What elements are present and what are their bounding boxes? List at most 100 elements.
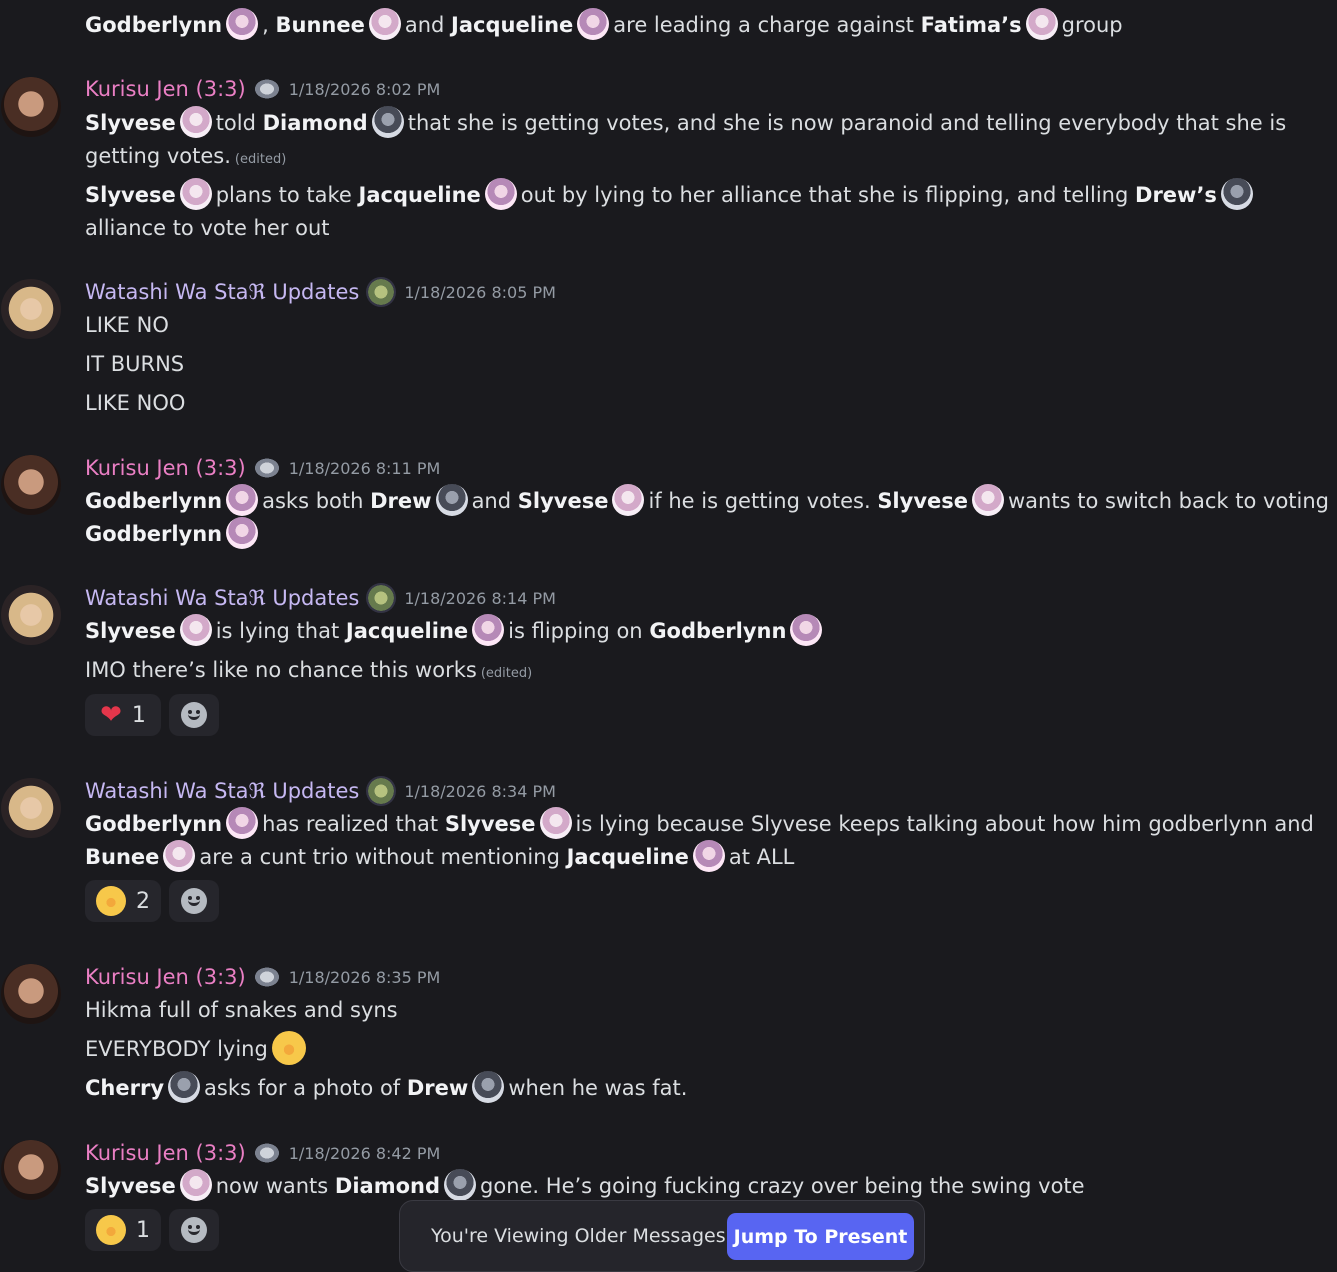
add-reaction-button[interactable]	[169, 694, 219, 736]
user-avatar[interactable]	[1, 455, 61, 515]
timestamp[interactable]: 1/18/2026 8:42 PM	[289, 1144, 441, 1163]
mention[interactable]: Godberlynn	[85, 489, 222, 513]
reaction-sob[interactable]: 1	[85, 1209, 161, 1251]
message-line: LIKE NOO	[85, 391, 186, 415]
bunee-emoji	[163, 840, 196, 872]
message-line: Slyvese is lying that Jacqueline is flippi…	[85, 614, 826, 648]
slyvese-emoji	[179, 614, 212, 646]
timestamp[interactable]: 1/18/2026 8:02 PM	[289, 80, 441, 99]
message-line: Hikma full of snakes and syns	[85, 998, 398, 1022]
mention[interactable]: Jacqueline	[346, 619, 468, 643]
mention[interactable]: Slyvese	[518, 489, 609, 513]
slyvese-emoji	[179, 1169, 212, 1201]
mention[interactable]: Slyvese	[85, 183, 176, 207]
user-avatar[interactable]	[1, 279, 61, 339]
mention[interactable]: Slyvese	[85, 619, 176, 643]
jacqueline-emoji	[484, 178, 517, 210]
mention[interactable]: Drew	[370, 489, 431, 513]
username[interactable]: Kurisu Jen (3:3)	[85, 77, 246, 101]
message-line: IMO there’s like no chance this works (ed…	[85, 658, 533, 682]
mention[interactable]: Fatima’s	[921, 13, 1022, 37]
drew-emoji	[472, 1071, 505, 1103]
mention[interactable]: Drew	[407, 1076, 468, 1100]
timestamp[interactable]: 1/18/2026 8:11 PM	[289, 459, 441, 478]
add-reaction-button[interactable]	[169, 1209, 219, 1251]
role-badge-icon[interactable]	[366, 776, 397, 806]
role-badge-icon[interactable]	[366, 277, 397, 307]
edited-label[interactable]: (edited)	[235, 152, 286, 167]
jacqueline-emoji	[472, 614, 505, 646]
mention[interactable]: Slyvese	[85, 111, 176, 135]
user-avatar[interactable]	[1, 585, 61, 645]
message-line: Slyvese plans to take Jacqueline out by ly…	[85, 178, 1257, 212]
mention[interactable]: Godberlynn	[85, 13, 222, 37]
mention[interactable]: Godberlynn	[85, 812, 222, 836]
timestamp[interactable]: 1/18/2026 8:14 PM	[404, 589, 556, 608]
slyvese-emoji	[539, 807, 572, 839]
timestamp[interactable]: 1/18/2026 8:34 PM	[404, 782, 556, 801]
timestamp[interactable]: 1/18/2026 8:05 PM	[404, 283, 556, 302]
cherry-emoji	[168, 1071, 201, 1103]
diamond-emoji	[444, 1169, 477, 1201]
slyvese-emoji	[612, 484, 645, 516]
user-avatar[interactable]	[1, 1140, 61, 1200]
username[interactable]: Kurisu Jen (3:3)	[85, 965, 246, 989]
mention[interactable]: Slyvese	[445, 812, 536, 836]
message-line: Godberlynn	[85, 517, 262, 551]
message-line: Slyvese told Diamond that she is getting v…	[85, 106, 1286, 140]
drew-emoji	[435, 484, 468, 516]
mention[interactable]: Slyvese	[877, 489, 968, 513]
mention[interactable]: Godberlynn	[85, 522, 222, 546]
mention[interactable]: Jacqueline	[359, 183, 481, 207]
diamond-emoji	[371, 106, 404, 138]
reaction-sob[interactable]: 2	[85, 880, 161, 922]
add-reaction-smiley-icon	[181, 702, 207, 728]
reaction-count: 1	[131, 702, 146, 728]
role-badge-icon[interactable]	[366, 583, 397, 613]
reaction-bar: 2	[85, 880, 219, 922]
username[interactable]: Watashi Wa Staℜ Updates	[85, 586, 359, 610]
role-badge-icon[interactable]	[252, 78, 281, 100]
edited-label[interactable]: (edited)	[481, 666, 532, 681]
godberlynn-emoji	[790, 614, 823, 646]
mention[interactable]: Bunnee	[276, 13, 365, 37]
user-avatar[interactable]	[1, 964, 61, 1024]
drew-emoji	[1220, 178, 1253, 210]
mention[interactable]: Bunee	[85, 845, 159, 869]
message-line: EVERYBODY lying	[85, 1031, 306, 1067]
reaction-heart[interactable]: ❤ 1	[85, 694, 161, 736]
godberlynn-emoji	[226, 8, 259, 40]
username[interactable]: Kurisu Jen (3:3)	[85, 456, 246, 480]
fatima-emoji	[1025, 8, 1058, 40]
godberlynn-emoji	[226, 517, 259, 549]
mention[interactable]: Godberlynn	[649, 619, 786, 643]
add-reaction-smiley-icon	[181, 888, 207, 914]
add-reaction-button[interactable]	[169, 880, 219, 922]
message-line: Godberlynn, Bunnee and Jacqueline are lead…	[85, 8, 1123, 42]
godberlynn-emoji	[226, 807, 259, 839]
user-avatar[interactable]	[1, 778, 61, 838]
role-badge-icon[interactable]	[252, 457, 281, 479]
mention[interactable]: Jacqueline	[451, 13, 573, 37]
username[interactable]: Watashi Wa Staℜ Updates	[85, 280, 359, 304]
mention[interactable]: Slyvese	[85, 1174, 176, 1198]
role-badge-icon[interactable]	[252, 1142, 281, 1164]
message-line: Cherry asks for a photo of Drew when he wa…	[85, 1071, 687, 1105]
mention[interactable]: Diamond	[335, 1174, 440, 1198]
mention[interactable]: Jacqueline	[567, 845, 689, 869]
username[interactable]: Kurisu Jen (3:3)	[85, 1141, 246, 1165]
jump-to-present-button[interactable]: Jump To Present	[727, 1213, 914, 1260]
timestamp[interactable]: 1/18/2026 8:35 PM	[289, 968, 441, 987]
slyvese-emoji	[179, 106, 212, 138]
mention[interactable]: Cherry	[85, 1076, 164, 1100]
loudly-crying-face-icon	[96, 1215, 126, 1245]
message-line: Godberlynn has realized that Slyvese is ly…	[85, 807, 1314, 841]
username[interactable]: Watashi Wa Staℜ Updates	[85, 779, 359, 803]
message-line: Bunee are a cunt trio without mentioning …	[85, 840, 794, 874]
mention[interactable]: Diamond	[263, 111, 368, 135]
mention[interactable]: Drew’s	[1135, 183, 1217, 207]
slyvese-emoji	[179, 178, 212, 210]
user-avatar[interactable]	[1, 77, 61, 137]
message-line: alliance to vote her out	[85, 216, 330, 240]
role-badge-icon[interactable]	[252, 966, 281, 988]
